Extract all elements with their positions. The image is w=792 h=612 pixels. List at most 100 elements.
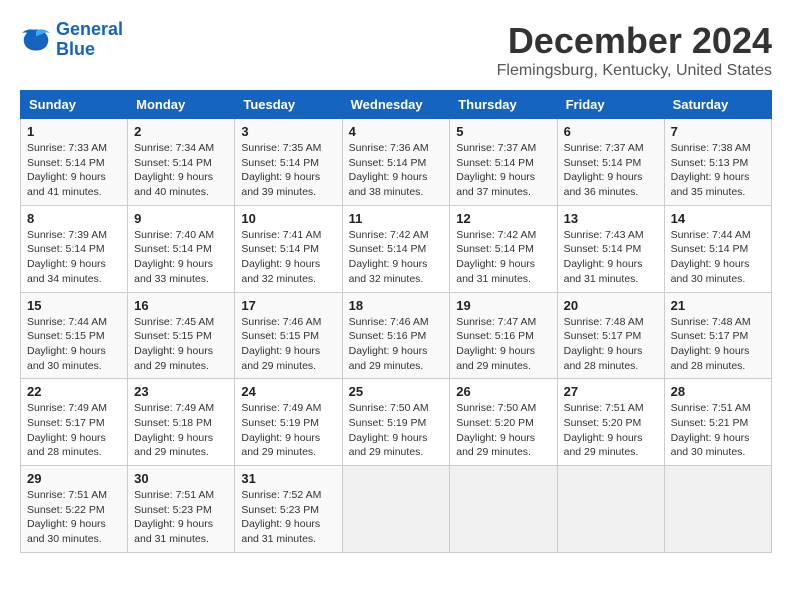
day-cell-12: 12 Sunrise: 7:42 AM Sunset: 5:14 PM Dayli… xyxy=(450,205,557,292)
col-thursday: Thursday xyxy=(450,91,557,119)
day-info: Sunrise: 7:44 AM Sunset: 5:15 PM Dayligh… xyxy=(27,315,121,374)
day-info: Sunrise: 7:44 AM Sunset: 5:14 PM Dayligh… xyxy=(671,228,765,287)
day-info: Sunrise: 7:48 AM Sunset: 5:17 PM Dayligh… xyxy=(671,315,765,374)
day-info: Sunrise: 7:40 AM Sunset: 5:14 PM Dayligh… xyxy=(134,228,228,287)
day-cell-7: 7 Sunrise: 7:38 AM Sunset: 5:13 PM Daylig… xyxy=(664,119,771,206)
day-number: 19 xyxy=(456,298,550,313)
calendar-week-4: 22Sunrise: 7:49 AM Sunset: 5:17 PM Dayli… xyxy=(21,379,772,466)
day-info: Sunrise: 7:51 AM Sunset: 5:23 PM Dayligh… xyxy=(134,488,228,547)
day-cell-27: 27Sunrise: 7:51 AM Sunset: 5:20 PM Dayli… xyxy=(557,379,664,466)
day-cell-1: 1Sunrise: 7:33 AM Sunset: 5:14 PM Daylig… xyxy=(21,119,128,206)
day-number: 6 xyxy=(564,124,658,139)
day-cell-17: 17 Sunrise: 7:46 AM Sunset: 5:15 PM Dayli… xyxy=(235,292,342,379)
empty-day-cell xyxy=(557,466,664,553)
page-header: General Blue December 2024 Flemingsburg,… xyxy=(20,20,772,80)
day-cell-22: 22Sunrise: 7:49 AM Sunset: 5:17 PM Dayli… xyxy=(21,379,128,466)
day-number: 17 xyxy=(241,298,335,313)
col-sunday: Sunday xyxy=(21,91,128,119)
day-number: 28 xyxy=(671,384,765,399)
empty-day-cell xyxy=(450,466,557,553)
day-cell-30: 30Sunrise: 7:51 AM Sunset: 5:23 PM Dayli… xyxy=(128,466,235,553)
logo: General Blue xyxy=(20,20,123,60)
day-cell-31: 31 Sunrise: 7:52 AM Sunset: 5:23 PM Dayli… xyxy=(235,466,342,553)
day-info: Sunrise: 7:43 AM Sunset: 5:14 PM Dayligh… xyxy=(564,228,658,287)
day-cell-24: 24Sunrise: 7:49 AM Sunset: 5:19 PM Dayli… xyxy=(235,379,342,466)
day-cell-21: 21 Sunrise: 7:48 AM Sunset: 5:17 PM Dayli… xyxy=(664,292,771,379)
day-number: 14 xyxy=(671,211,765,226)
day-cell-18: 18 Sunrise: 7:46 AM Sunset: 5:16 PM Dayli… xyxy=(342,292,450,379)
day-cell-11: 11Sunrise: 7:42 AM Sunset: 5:14 PM Dayli… xyxy=(342,205,450,292)
day-info: Sunrise: 7:36 AM Sunset: 5:14 PM Dayligh… xyxy=(349,141,444,200)
calendar-week-2: 8 Sunrise: 7:39 AM Sunset: 5:14 PM Daylig… xyxy=(21,205,772,292)
day-number: 26 xyxy=(456,384,550,399)
day-info: Sunrise: 7:39 AM Sunset: 5:14 PM Dayligh… xyxy=(27,228,121,287)
day-info: Sunrise: 7:48 AM Sunset: 5:17 PM Dayligh… xyxy=(564,315,658,374)
day-info: Sunrise: 7:47 AM Sunset: 5:16 PM Dayligh… xyxy=(456,315,550,374)
empty-day-cell xyxy=(664,466,771,553)
calendar-table: Sunday Monday Tuesday Wednesday Thursday… xyxy=(20,90,772,553)
day-number: 31 xyxy=(241,471,335,486)
calendar-header-row: Sunday Monday Tuesday Wednesday Thursday… xyxy=(21,91,772,119)
day-info: Sunrise: 7:50 AM Sunset: 5:20 PM Dayligh… xyxy=(456,401,550,460)
day-number: 8 xyxy=(27,211,121,226)
day-number: 25 xyxy=(349,384,444,399)
day-cell-5: 5Sunrise: 7:37 AM Sunset: 5:14 PM Daylig… xyxy=(450,119,557,206)
title-area: December 2024 Flemingsburg, Kentucky, Un… xyxy=(497,20,772,80)
calendar-week-3: 15 Sunrise: 7:44 AM Sunset: 5:15 PM Dayli… xyxy=(21,292,772,379)
day-cell-2: 2 Sunrise: 7:34 AM Sunset: 5:14 PM Daylig… xyxy=(128,119,235,206)
day-cell-16: 16 Sunrise: 7:45 AM Sunset: 5:15 PM Dayli… xyxy=(128,292,235,379)
logo-icon xyxy=(20,26,52,54)
day-number: 9 xyxy=(134,211,228,226)
day-cell-9: 9 Sunrise: 7:40 AM Sunset: 5:14 PM Daylig… xyxy=(128,205,235,292)
col-tuesday: Tuesday xyxy=(235,91,342,119)
day-number: 12 xyxy=(456,211,550,226)
day-number: 24 xyxy=(241,384,335,399)
day-cell-3: 3 Sunrise: 7:35 AM Sunset: 5:14 PM Daylig… xyxy=(235,119,342,206)
day-info: Sunrise: 7:37 AM Sunset: 5:14 PM Dayligh… xyxy=(564,141,658,200)
day-number: 21 xyxy=(671,298,765,313)
day-number: 29 xyxy=(27,471,121,486)
day-cell-4: 4 Sunrise: 7:36 AM Sunset: 5:14 PM Daylig… xyxy=(342,119,450,206)
day-cell-23: 23Sunrise: 7:49 AM Sunset: 5:18 PM Dayli… xyxy=(128,379,235,466)
day-number: 7 xyxy=(671,124,765,139)
day-number: 13 xyxy=(564,211,658,226)
logo-text: General Blue xyxy=(56,20,123,60)
day-number: 3 xyxy=(241,124,335,139)
day-cell-25: 25Sunrise: 7:50 AM Sunset: 5:19 PM Dayli… xyxy=(342,379,450,466)
day-info: Sunrise: 7:51 AM Sunset: 5:22 PM Dayligh… xyxy=(27,488,121,547)
day-cell-19: 19 Sunrise: 7:47 AM Sunset: 5:16 PM Dayli… xyxy=(450,292,557,379)
day-info: Sunrise: 7:45 AM Sunset: 5:15 PM Dayligh… xyxy=(134,315,228,374)
day-info: Sunrise: 7:34 AM Sunset: 5:14 PM Dayligh… xyxy=(134,141,228,200)
day-number: 5 xyxy=(456,124,550,139)
col-wednesday: Wednesday xyxy=(342,91,450,119)
page-subtitle: Flemingsburg, Kentucky, United States xyxy=(497,62,772,80)
day-number: 2 xyxy=(134,124,228,139)
day-info: Sunrise: 7:46 AM Sunset: 5:16 PM Dayligh… xyxy=(349,315,444,374)
day-number: 1 xyxy=(27,124,121,139)
day-info: Sunrise: 7:51 AM Sunset: 5:20 PM Dayligh… xyxy=(564,401,658,460)
day-cell-26: 26 Sunrise: 7:50 AM Sunset: 5:20 PM Dayli… xyxy=(450,379,557,466)
day-number: 20 xyxy=(564,298,658,313)
empty-day-cell xyxy=(342,466,450,553)
day-number: 23 xyxy=(134,384,228,399)
day-info: Sunrise: 7:38 AM Sunset: 5:13 PM Dayligh… xyxy=(671,141,765,200)
day-cell-28: 28 Sunrise: 7:51 AM Sunset: 5:21 PM Dayli… xyxy=(664,379,771,466)
day-cell-29: 29 Sunrise: 7:51 AM Sunset: 5:22 PM Dayli… xyxy=(21,466,128,553)
page-title: December 2024 xyxy=(497,20,772,62)
day-cell-10: 10 Sunrise: 7:41 AM Sunset: 5:14 PM Dayli… xyxy=(235,205,342,292)
day-info: Sunrise: 7:35 AM Sunset: 5:14 PM Dayligh… xyxy=(241,141,335,200)
day-number: 15 xyxy=(27,298,121,313)
day-info: Sunrise: 7:46 AM Sunset: 5:15 PM Dayligh… xyxy=(241,315,335,374)
day-info: Sunrise: 7:51 AM Sunset: 5:21 PM Dayligh… xyxy=(671,401,765,460)
day-info: Sunrise: 7:42 AM Sunset: 5:14 PM Dayligh… xyxy=(349,228,444,287)
day-number: 4 xyxy=(349,124,444,139)
day-number: 10 xyxy=(241,211,335,226)
calendar-week-5: 29 Sunrise: 7:51 AM Sunset: 5:22 PM Dayli… xyxy=(21,466,772,553)
calendar-week-1: 1Sunrise: 7:33 AM Sunset: 5:14 PM Daylig… xyxy=(21,119,772,206)
day-number: 18 xyxy=(349,298,444,313)
day-cell-8: 8 Sunrise: 7:39 AM Sunset: 5:14 PM Daylig… xyxy=(21,205,128,292)
day-info: Sunrise: 7:42 AM Sunset: 5:14 PM Dayligh… xyxy=(456,228,550,287)
day-number: 16 xyxy=(134,298,228,313)
day-info: Sunrise: 7:41 AM Sunset: 5:14 PM Dayligh… xyxy=(241,228,335,287)
day-info: Sunrise: 7:52 AM Sunset: 5:23 PM Dayligh… xyxy=(241,488,335,547)
